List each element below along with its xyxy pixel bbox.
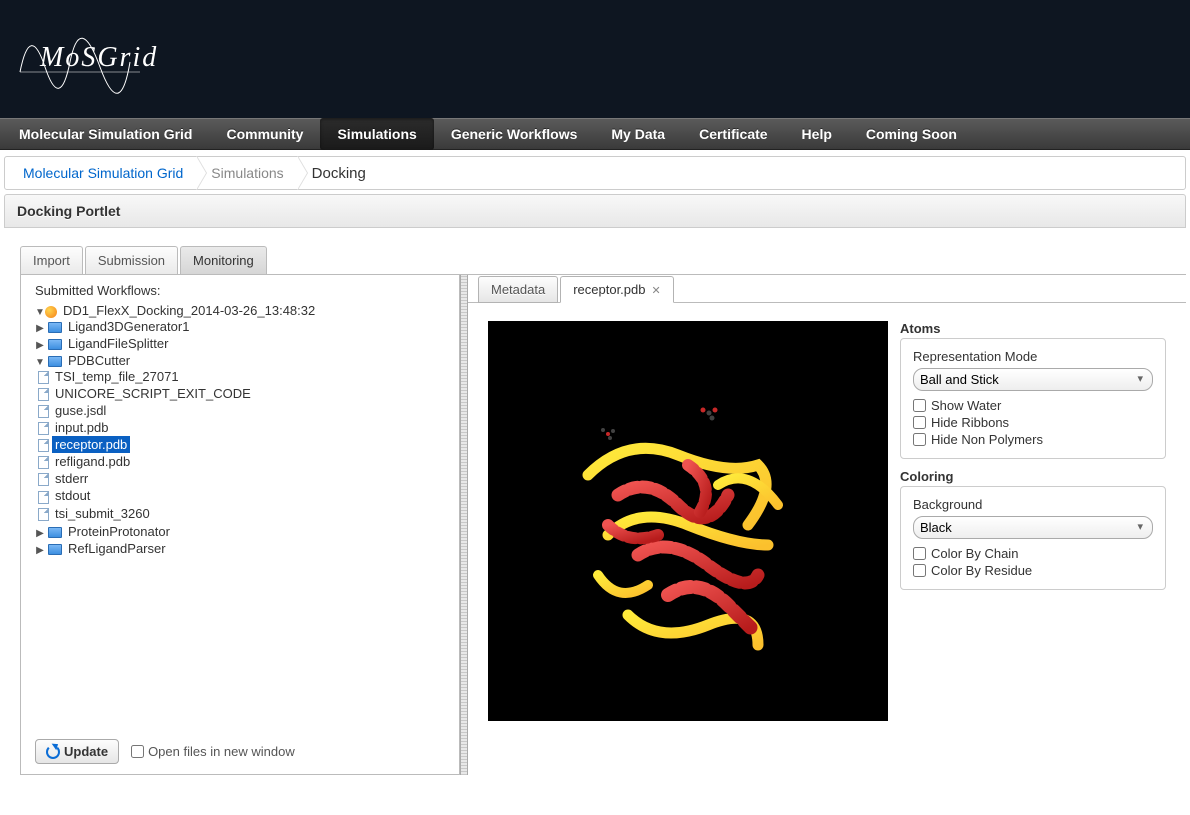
tree-node-refligparser[interactable]: RefLigandParser <box>65 540 169 557</box>
right-pane: Metadata receptor.pdb ✕ <box>468 275 1186 775</box>
atoms-heading: Atoms <box>900 321 1166 336</box>
portlet-title: Docking Portlet <box>4 194 1186 228</box>
nav-item-certificate[interactable]: Certificate <box>682 118 784 150</box>
file-icon <box>38 422 49 435</box>
coloring-panel: Background Black Color By Chain Color By… <box>900 486 1166 590</box>
header: MoSGrid <box>0 0 1190 118</box>
hide-nonpoly-checkbox[interactable] <box>913 433 926 446</box>
tree-node-ligandsplit[interactable]: LigandFileSplitter <box>65 335 171 352</box>
tree-toggle[interactable] <box>35 545 45 556</box>
file-icon <box>38 456 49 469</box>
hide-nonpoly-label: Hide Non Polymers <box>931 432 1043 447</box>
color-by-residue-checkbox[interactable] <box>913 564 926 577</box>
open-new-window-label: Open files in new window <box>148 744 295 759</box>
main-nav: Molecular Simulation Grid Community Simu… <box>0 118 1190 150</box>
breadcrumb-current: Docking <box>306 165 376 182</box>
breadcrumb-root[interactable]: Molecular Simulation Grid <box>17 165 193 181</box>
hide-nonpoly-toggle[interactable]: Hide Non Polymers <box>913 431 1153 448</box>
outer-tabs: Import Submission Monitoring <box>20 246 1186 275</box>
tree-toggle[interactable] <box>35 340 45 351</box>
tab-submission[interactable]: Submission <box>85 246 178 274</box>
tree-node-pdbcutter[interactable]: PDBCutter <box>65 352 133 369</box>
file-icon <box>38 473 49 486</box>
tree-file[interactable]: input.pdb <box>52 419 112 436</box>
status-running-icon <box>45 306 57 318</box>
file-icon <box>38 388 49 401</box>
viewer-tabs: Metadata receptor.pdb ✕ <box>468 275 1186 302</box>
breadcrumb-simulations[interactable]: Simulations <box>205 165 293 181</box>
show-water-checkbox[interactable] <box>913 399 926 412</box>
hide-ribbons-toggle[interactable]: Hide Ribbons <box>913 414 1153 431</box>
tree-toggle[interactable] <box>35 307 45 318</box>
tree-title: Submitted Workflows: <box>35 283 445 298</box>
show-water-label: Show Water <box>931 398 1001 413</box>
hide-ribbons-checkbox[interactable] <box>913 416 926 429</box>
tree-node-ligand3d[interactable]: Ligand3DGenerator1 <box>65 318 192 335</box>
update-button[interactable]: Update <box>35 739 119 764</box>
inner-tab-label: receptor.pdb <box>573 282 645 297</box>
tree-file[interactable]: UNICORE_SCRIPT_EXIT_CODE <box>52 385 254 402</box>
background-label: Background <box>913 497 1153 512</box>
tree-file[interactable]: stdout <box>52 487 93 504</box>
folder-icon <box>48 544 62 555</box>
tree-file-selected[interactable]: receptor.pdb <box>52 436 130 453</box>
folder-icon <box>48 356 62 367</box>
hide-ribbons-label: Hide Ribbons <box>931 415 1009 430</box>
nav-item-comingsoon[interactable]: Coming Soon <box>849 118 974 150</box>
logo: MoSGrid <box>10 12 150 111</box>
logo-text: MoSGrid <box>40 42 158 74</box>
file-icon <box>38 439 49 452</box>
open-new-window-toggle[interactable]: Open files in new window <box>131 744 295 759</box>
tree-toggle[interactable] <box>35 357 45 368</box>
nav-item-simulations[interactable]: Simulations <box>320 118 433 150</box>
tree-file[interactable]: tsi_submit_3260 <box>52 505 153 522</box>
tree-toggle[interactable] <box>35 323 45 334</box>
tree-file[interactable]: stderr <box>52 470 91 487</box>
file-icon <box>38 508 49 521</box>
tree-file[interactable]: refligand.pdb <box>52 453 133 470</box>
color-by-residue-toggle[interactable]: Color By Residue <box>913 562 1153 579</box>
folder-icon <box>48 339 62 350</box>
file-icon <box>38 371 49 384</box>
folder-icon <box>48 527 62 538</box>
tree-node-proteinprot[interactable]: ProteinProtonator <box>65 523 173 540</box>
tree-file[interactable]: TSI_temp_file_27071 <box>52 368 182 385</box>
atoms-panel: Representation Mode Ball and Stick Show … <box>900 338 1166 459</box>
show-water-toggle[interactable]: Show Water <box>913 397 1153 414</box>
tree-file[interactable]: guse.jsdl <box>52 402 109 419</box>
folder-icon <box>48 322 62 333</box>
molecule-viewer[interactable] <box>488 321 888 721</box>
inner-tab-receptor[interactable]: receptor.pdb ✕ <box>560 276 674 303</box>
nav-item-msg[interactable]: Molecular Simulation Grid <box>2 118 209 150</box>
tree-toggle[interactable] <box>35 528 45 539</box>
color-by-residue-label: Color By Residue <box>931 563 1032 578</box>
file-icon <box>38 491 49 504</box>
tab-monitoring[interactable]: Monitoring <box>180 246 267 274</box>
nav-item-workflows[interactable]: Generic Workflows <box>434 118 595 150</box>
nav-item-mydata[interactable]: My Data <box>594 118 682 150</box>
color-by-chain-label: Color By Chain <box>931 546 1018 561</box>
coloring-heading: Coloring <box>900 469 1166 484</box>
representation-label: Representation Mode <box>913 349 1153 364</box>
tab-import[interactable]: Import <box>20 246 83 274</box>
close-icon[interactable]: ✕ <box>651 285 660 297</box>
breadcrumb: Molecular Simulation Grid Simulations Do… <box>4 156 1186 190</box>
nav-item-community[interactable]: Community <box>209 118 320 150</box>
inner-tab-label: Metadata <box>491 282 545 297</box>
background-select[interactable]: Black <box>913 516 1153 539</box>
splitter[interactable] <box>460 275 468 775</box>
tree-workflow-root[interactable]: DD1_FlexX_Docking_2014-03-26_13:48:32 <box>60 302 318 319</box>
workflow-tree: DD1_FlexX_Docking_2014-03-26_13:48:32 Li… <box>35 302 445 558</box>
left-pane: Submitted Workflows: DD1_FlexX_Docking_2… <box>20 275 460 775</box>
inner-tab-metadata[interactable]: Metadata <box>478 276 558 303</box>
refresh-icon <box>46 745 60 759</box>
protein-ribbon <box>548 395 828 675</box>
color-by-chain-toggle[interactable]: Color By Chain <box>913 545 1153 562</box>
representation-select[interactable]: Ball and Stick <box>913 368 1153 391</box>
update-label: Update <box>64 744 108 759</box>
color-by-chain-checkbox[interactable] <box>913 547 926 560</box>
file-icon <box>38 405 49 418</box>
nav-item-help[interactable]: Help <box>785 118 849 150</box>
open-new-window-checkbox[interactable] <box>131 745 144 758</box>
